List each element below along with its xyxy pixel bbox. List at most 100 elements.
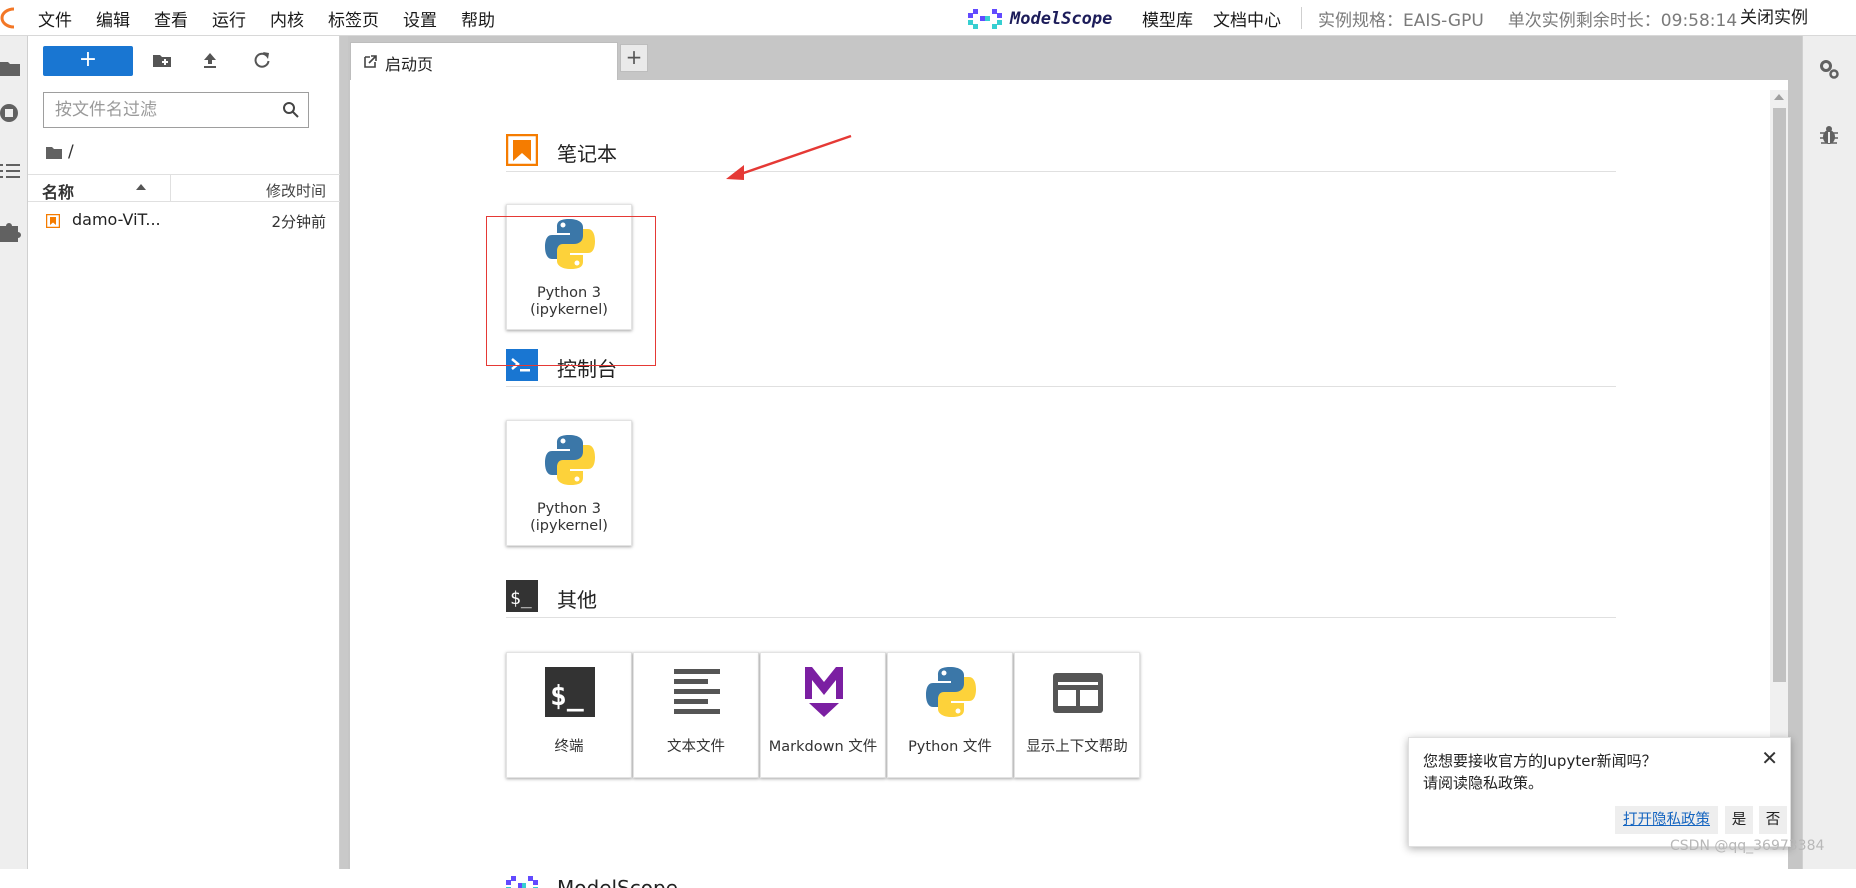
file-filter-input[interactable]	[44, 93, 264, 127]
menu-run[interactable]: 运行	[212, 6, 246, 31]
refresh-icon[interactable]	[252, 50, 272, 70]
extensions-icon[interactable]	[0, 218, 22, 244]
file-filter	[43, 92, 309, 128]
column-header-name[interactable]: 名称	[42, 179, 74, 203]
close-icon[interactable]: ✕	[1761, 746, 1778, 770]
modelscope-logo-icon	[506, 876, 538, 888]
card-label-line2: (ipykernel)	[530, 518, 608, 534]
card-label-line1: Python 3	[536, 285, 602, 301]
menu-kernel[interactable]: 内核	[270, 6, 304, 31]
link-docs[interactable]: 文档中心	[1213, 6, 1281, 31]
open-privacy-policy-button[interactable]: 打开隐私政策	[1615, 806, 1718, 834]
toast-message-line2: 请阅读隐私政策。	[1423, 774, 1544, 792]
scrollbar-thumb[interactable]	[1773, 108, 1786, 682]
svg-text:$_: $_	[550, 679, 584, 712]
card-label: 文本文件	[667, 739, 725, 755]
text-file-icon	[674, 669, 720, 714]
column-header-modified[interactable]: 修改时间	[266, 180, 326, 201]
notebook-icon	[506, 134, 538, 166]
card-label: Python 3 (ipykernel)	[507, 285, 631, 319]
console-python3-card[interactable]: Python 3 (ipykernel)	[506, 420, 632, 546]
breadcrumb-path[interactable]: /	[68, 142, 74, 162]
modelscope-brand[interactable]: ModelScope	[968, 7, 1112, 31]
new-folder-icon[interactable]	[152, 50, 172, 70]
table-of-contents-icon[interactable]	[0, 158, 22, 184]
section-notebook: 笔记本	[506, 132, 1616, 172]
card-label-line2: (ipykernel)	[530, 302, 608, 318]
contextual-help-icon	[1053, 673, 1103, 713]
section-modelscope: ModelScope	[506, 870, 1616, 888]
add-tab-button[interactable]: +	[620, 44, 648, 72]
python-logo-icon	[926, 667, 976, 717]
card-label-line1: Python 3	[536, 501, 602, 517]
main-menu: 文件 编辑 查看 运行 内核 标签页 设置 帮助	[38, 0, 519, 36]
tab-label: 启动页	[385, 55, 434, 74]
upload-icon[interactable]	[200, 50, 220, 70]
link-model-hub[interactable]: 模型库	[1142, 6, 1193, 31]
yes-button[interactable]: 是	[1725, 806, 1753, 834]
text-file-card[interactable]: 文本文件	[633, 652, 759, 778]
property-inspector-gears-icon[interactable]	[1818, 58, 1840, 80]
file-modified-time: 2分钟前	[271, 213, 326, 231]
terminal-section-icon: $_	[506, 580, 538, 612]
no-button[interactable]: 否	[1759, 806, 1787, 834]
tab-launcher[interactable]: 启动页	[350, 42, 618, 80]
section-console: 控制台	[506, 347, 1616, 387]
section-title: 控制台	[557, 357, 617, 381]
search-icon	[283, 102, 299, 118]
notebook-python3-card[interactable]: Python 3 (ipykernel)	[506, 204, 632, 330]
launch-icon	[364, 55, 377, 68]
section-title: ModelScope	[557, 876, 678, 888]
file-list-item[interactable]: damo-ViT... 2分钟前	[28, 208, 340, 234]
card-label: 显示上下文帮助	[1026, 739, 1128, 755]
top-right-links: 模型库 文档中心 实例规格：EAIS-GPU 单次实例剩余时长：09:58:14	[1142, 0, 1761, 36]
folder-icon[interactable]	[0, 54, 22, 80]
folder-icon[interactable]	[46, 145, 62, 159]
markdown-icon	[805, 667, 843, 717]
section-title: 其他	[557, 588, 597, 612]
divider	[1301, 7, 1302, 29]
close-instance-button[interactable]: 关闭实例	[1740, 0, 1808, 36]
file-list-header: 名称 修改时间	[28, 174, 340, 202]
news-notification-toast: 您想要接收官方的Jupyter新闻吗？ 请阅读隐私政策。 ✕ 打开隐私政策 是 …	[1408, 737, 1791, 847]
terminal-card[interactable]: $_ 终端	[506, 652, 632, 778]
terminal-icon: $_	[545, 667, 595, 717]
toast-message-line1: 您想要接收官方的Jupyter新闻吗？	[1423, 752, 1657, 770]
menu-tabs[interactable]: 标签页	[328, 6, 379, 31]
running-sessions-icon[interactable]	[0, 100, 22, 126]
instance-time-left: 单次实例剩余时长：09:58:14	[1507, 10, 1738, 31]
debugger-bug-icon[interactable]	[1818, 124, 1840, 146]
python-logo-icon	[545, 219, 595, 269]
console-icon	[506, 349, 538, 381]
breadcrumb: /	[46, 140, 74, 164]
panel-splitter[interactable]	[340, 36, 348, 869]
svg-text:$_: $_	[510, 588, 532, 609]
card-label: 终端	[554, 739, 584, 755]
launcher-scrollbar[interactable]	[1770, 90, 1788, 850]
card-label: Markdown 文件	[768, 739, 878, 755]
python-logo-icon	[545, 435, 595, 485]
markdown-file-card[interactable]: Markdown 文件	[760, 652, 886, 778]
menu-help[interactable]: 帮助	[461, 6, 495, 31]
file-name: damo-ViT...	[72, 210, 161, 229]
menu-settings[interactable]: 设置	[403, 6, 437, 31]
file-browser-panel: + / 名称 修改时间 damo-ViT... 2分钟前	[28, 36, 340, 869]
instance-spec: 实例规格：EAIS-GPU	[1318, 10, 1484, 31]
contextual-help-card[interactable]: 显示上下文帮助	[1014, 652, 1140, 778]
top-menu-bar: 文件 编辑 查看 运行 内核 标签页 设置 帮助 ModelScope 模型库 …	[0, 0, 1856, 36]
column-divider[interactable]	[170, 175, 171, 201]
new-launcher-button[interactable]: +	[43, 46, 133, 76]
jupyter-logo-icon	[0, 7, 15, 29]
card-label: Python 文件	[908, 739, 992, 755]
scroll-up-icon[interactable]	[1774, 94, 1784, 100]
menu-edit[interactable]: 编辑	[96, 6, 130, 31]
menu-view[interactable]: 查看	[154, 6, 188, 31]
sort-ascending-icon	[136, 184, 146, 190]
watermark: CSDN @qq_36973384	[1670, 838, 1825, 854]
right-activity-bar	[1802, 36, 1856, 869]
section-title: 笔记本	[557, 142, 617, 166]
left-activity-bar	[0, 36, 28, 869]
card-label: Python 3 (ipykernel)	[507, 501, 631, 535]
menu-file[interactable]: 文件	[38, 6, 72, 31]
python-file-card[interactable]: Python 文件	[887, 652, 1013, 778]
